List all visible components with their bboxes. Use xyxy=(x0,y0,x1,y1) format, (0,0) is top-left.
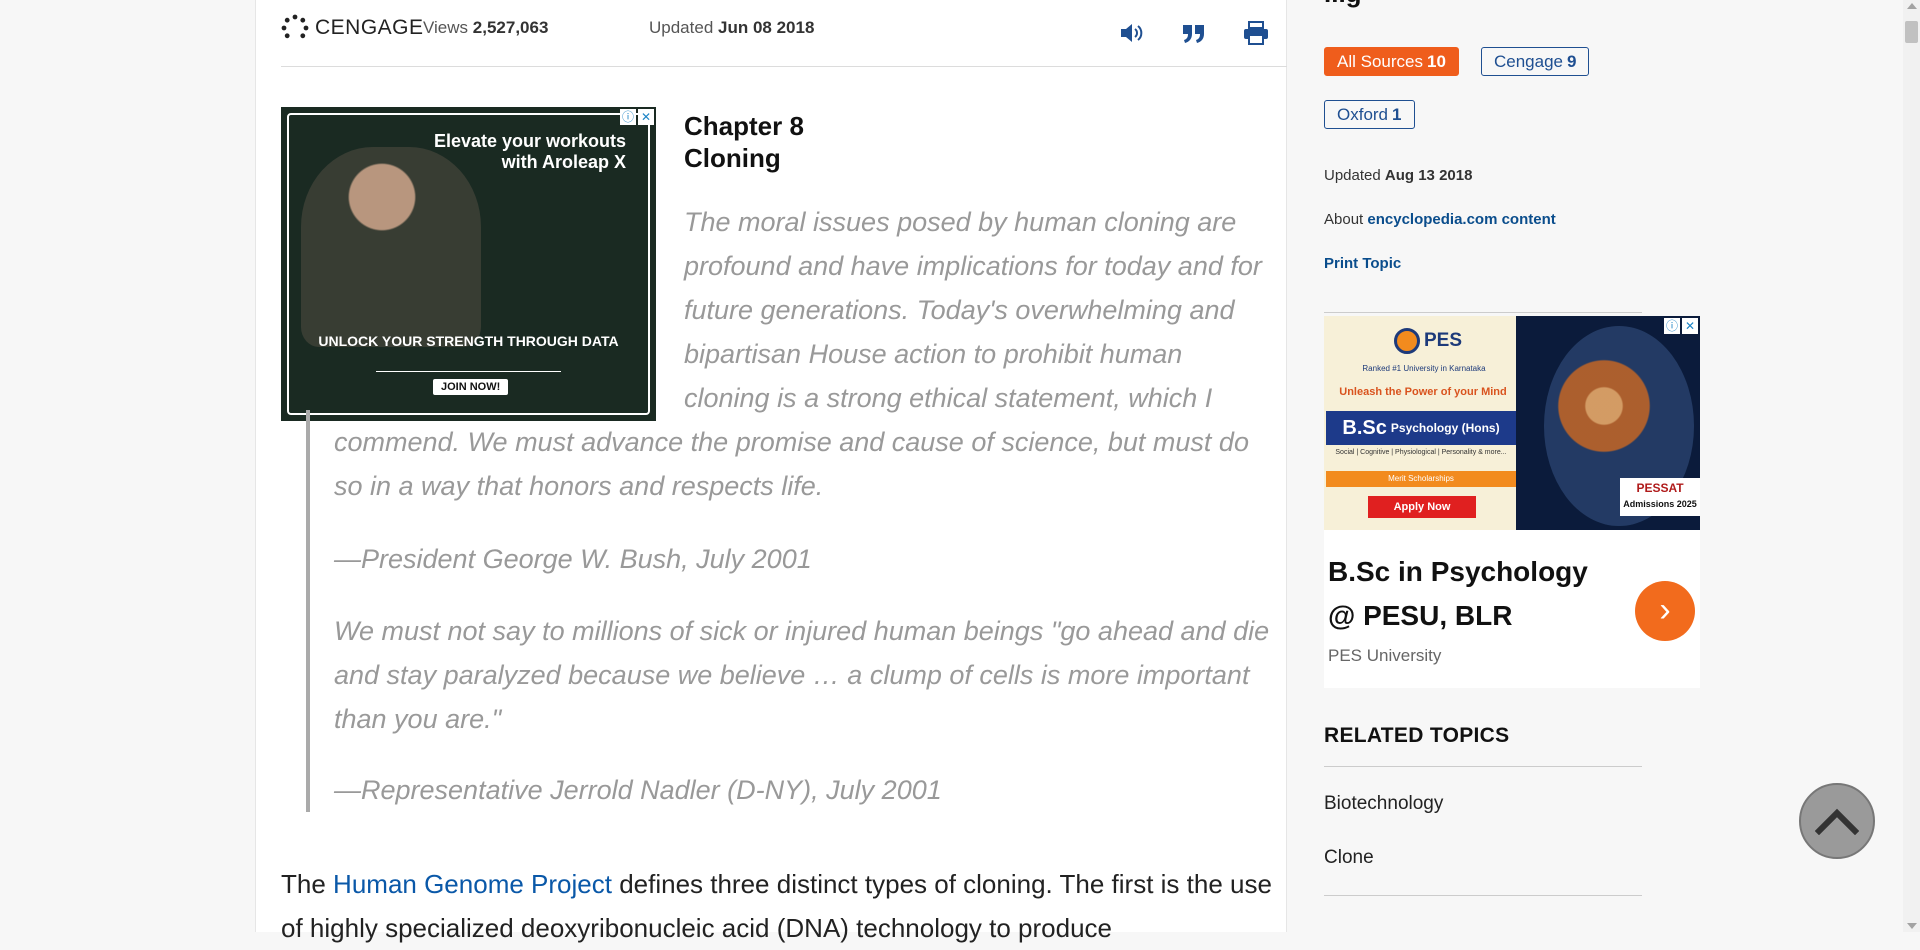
pessat-admissions: Admissions 2025 xyxy=(1623,499,1697,509)
source-chip-cengage[interactable]: Cengage 9 xyxy=(1481,47,1590,76)
blockquote-bar xyxy=(306,410,310,812)
chevron-right-icon[interactable]: › xyxy=(1635,581,1695,641)
pes-logo-text: PES xyxy=(1424,330,1463,351)
scroll-thumb[interactable] xyxy=(1905,21,1918,43)
chapter-number: Chapter 8 xyxy=(684,111,804,141)
ad-join-button[interactable]: JOIN NOW! xyxy=(433,379,509,395)
about-content-link[interactable]: encyclopedia.com content xyxy=(1367,211,1555,228)
ad-info-icon[interactable]: ⓘ xyxy=(1664,318,1680,334)
pes-unleash: Unleash the Power of your Mind xyxy=(1339,386,1507,398)
scroll-to-top-button[interactable] xyxy=(1799,783,1875,859)
chevron-up-icon xyxy=(1815,808,1859,835)
ad-subline: UNLOCK YOUR STRENGTH THROUGH DATA xyxy=(318,333,619,349)
scroll-up-arrow-icon[interactable] xyxy=(1907,3,1917,9)
pes-logo: PES xyxy=(1394,326,1464,356)
ad-info-icon[interactable]: ⓘ xyxy=(620,109,636,125)
aroleap-ad[interactable]: ⓘ ✕ Elevate your workouts with Aroleap X… xyxy=(281,107,656,421)
ad-divider xyxy=(376,371,561,372)
quote-2: We must not say to millions of sick or i… xyxy=(334,616,1270,734)
source-chip-all[interactable]: All Sources 10 xyxy=(1324,47,1459,76)
pes-ad-title[interactable]: B.Sc in Psychology @ PESU, BLR xyxy=(1328,550,1598,638)
cengage-logo-icon xyxy=(281,14,309,39)
chapter-title: Cloning xyxy=(684,143,781,173)
chip-label: All Sources xyxy=(1337,52,1423,71)
cite-button[interactable] xyxy=(1179,18,1209,48)
sidebar-about: About encyclopedia.com content xyxy=(1324,211,1556,228)
sidebar-heading: ...g xyxy=(1324,0,1362,9)
human-genome-project-link[interactable]: Human Genome Project xyxy=(333,869,612,899)
ad-choices[interactable]: ⓘ ✕ xyxy=(620,109,654,125)
ad-headline: Elevate your workouts with Aroleap X xyxy=(433,131,626,172)
ad-close-icon[interactable]: ✕ xyxy=(1682,318,1698,334)
pes-degree: B.Sc xyxy=(1342,416,1387,439)
updated-date: Updated Jun 08 2018 xyxy=(649,18,814,38)
updated-label: Updated xyxy=(649,18,714,37)
related-divider xyxy=(1324,766,1642,767)
listen-button[interactable] xyxy=(1117,18,1147,48)
pes-merit: Merit Scholarships xyxy=(1326,471,1516,487)
pes-tags: Social | Cognitive | Physiological | Per… xyxy=(1335,449,1507,456)
chip-count: 10 xyxy=(1426,52,1446,71)
views-value: 2,527,063 xyxy=(472,18,549,37)
pessat-badge: PESSAT Admissions 2025 xyxy=(1620,478,1700,516)
speaker-icon xyxy=(1121,24,1143,42)
pes-degree-band: B.Sc Psychology (Hons) xyxy=(1326,411,1516,445)
pes-ad-image: PES Ranked #1 University in Karnataka Un… xyxy=(1324,316,1700,530)
updated-value: Jun 08 2018 xyxy=(718,18,815,37)
print-icon xyxy=(1244,21,1268,45)
pes-logo-icon xyxy=(1394,328,1420,354)
article-body-paragraph: The Human Genome Project defines three d… xyxy=(281,862,1281,950)
article-page: CENGAGE Views 2,527,063 Updated Jun 08 2… xyxy=(255,0,1287,943)
pes-ad-brand: PES University xyxy=(1328,646,1442,665)
body-prefix: The xyxy=(281,869,326,899)
views-count: Views 2,527,063 xyxy=(423,18,548,38)
sidebar-about-label: About xyxy=(1324,211,1364,228)
article-meta-bar: CENGAGE Views 2,527,063 Updated Jun 08 2… xyxy=(281,0,1287,67)
chip-label: Oxford xyxy=(1337,105,1389,124)
quote-icon xyxy=(1183,25,1204,43)
ad-close-icon[interactable]: ✕ xyxy=(638,109,654,125)
sidebar-updated: Updated Aug 13 2018 xyxy=(1324,167,1472,184)
scroll-down-arrow-icon[interactable] xyxy=(1907,923,1917,929)
chip-count: 1 xyxy=(1392,105,1402,124)
vertical-scrollbar[interactable] xyxy=(1903,0,1920,932)
pes-ad-choices[interactable]: ⓘ ✕ xyxy=(1664,318,1698,334)
pes-ranked: Ranked #1 University in Karnataka xyxy=(1362,364,1486,373)
quote-1-attribution: —President George W. Bush, July 2001 xyxy=(334,544,812,574)
print-button[interactable] xyxy=(1241,18,1271,48)
views-label: Views xyxy=(423,18,469,37)
logo-text: CENGAGE xyxy=(315,16,424,39)
cengage-logo: CENGAGE xyxy=(281,14,424,42)
print-topic-link[interactable]: Print Topic xyxy=(1324,255,1401,272)
pes-apply-button[interactable]: Apply Now xyxy=(1368,496,1476,518)
chip-label: Cengage xyxy=(1494,52,1564,71)
related-divider-bottom xyxy=(1324,895,1642,896)
related-topics-heading: RELATED TOPICS xyxy=(1324,724,1510,747)
related-topic-biotechnology[interactable]: Biotechnology xyxy=(1324,793,1443,815)
quote-2-attribution: —Representative Jerrold Nadler (D-NY), J… xyxy=(334,775,942,805)
chapter-heading: Chapter 8 Cloning xyxy=(684,110,804,174)
quote-1-part-2: commend. We must advance the promise and… xyxy=(334,427,1249,501)
sidebar-updated-value: Aug 13 2018 xyxy=(1384,167,1473,184)
pes-degree-sub: Psychology (Hons) xyxy=(1390,421,1500,435)
chip-count: 9 xyxy=(1567,52,1577,71)
pessat-label: PESSAT xyxy=(1636,481,1684,495)
source-chip-oxford[interactable]: Oxford 1 xyxy=(1324,100,1415,129)
pes-ad[interactable]: PES Ranked #1 University in Karnataka Un… xyxy=(1324,316,1700,688)
quote-1-part-1: The moral issues posed by human cloning … xyxy=(684,207,1262,413)
related-topic-clone[interactable]: Clone xyxy=(1324,847,1374,869)
sidebar-divider xyxy=(1324,312,1642,313)
sidebar-updated-label: Updated xyxy=(1324,167,1381,184)
